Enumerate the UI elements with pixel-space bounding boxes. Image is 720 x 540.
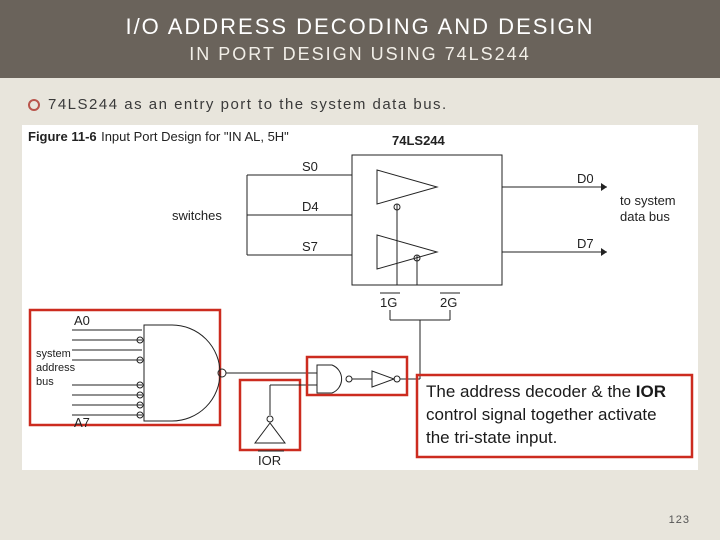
signal-d4: D4 <box>302 199 319 214</box>
svg-text:Figure 11-6 Input Port De: Figure 11-6 Input Port Design for "IN AL… <box>28 128 289 145</box>
addr-lab1: system <box>36 348 71 360</box>
signal-d7: D7 <box>577 236 594 251</box>
callout-1a: The address decoder & the <box>426 382 636 401</box>
addr-a7: A7 <box>74 415 90 430</box>
circuit-diagram: Figure 11-6 Input Port Design for "IN AL… <box>22 125 698 470</box>
ior-label: IOR <box>258 453 281 468</box>
signal-d0: D0 <box>577 171 594 186</box>
to-bus-2: data bus <box>620 209 670 224</box>
addr-a0: A0 <box>74 313 90 328</box>
callout-1b: IOR <box>636 382 666 401</box>
to-bus-1: to system <box>620 193 676 208</box>
svg-text:The address decoder & the IOR: The address decoder & the IOR <box>426 382 666 401</box>
slide-subtitle: IN PORT DESIGN USING 74LS244 <box>189 44 530 65</box>
callout-2: control signal together activate <box>426 405 657 424</box>
signal-s7: S7 <box>302 239 318 254</box>
pin-1g: 1G <box>380 295 397 310</box>
callout-3: the tri-state input. <box>426 428 557 447</box>
slide-header: I/O ADDRESS DECODING AND DESIGN IN PORT … <box>0 0 720 78</box>
pin-2g: 2G <box>440 295 457 310</box>
addr-lab2: address <box>36 362 76 374</box>
slide-title: I/O ADDRESS DECODING AND DESIGN <box>125 14 594 40</box>
figure-caption-prefix: Figure 11-6 <box>28 129 97 144</box>
post-inverter-icon <box>352 371 400 387</box>
switches-label: switches <box>172 208 222 223</box>
buffer-bot-icon <box>377 235 437 269</box>
chip-label: 74LS244 <box>392 133 446 148</box>
signal-s0: S0 <box>302 159 318 174</box>
combine-highlight <box>307 357 407 395</box>
bullet-item: 74LS244 as an entry port to the system d… <box>0 78 720 125</box>
bullet-text: 74LS244 as an entry port to the system d… <box>48 96 448 113</box>
ior-inverter-icon <box>255 416 285 443</box>
nand-gate-icon <box>144 325 220 421</box>
figure-caption: Input Port Design for "IN AL, 5H" <box>101 129 289 144</box>
bullet-icon <box>28 99 40 111</box>
addr-lab3: bus <box>36 376 54 388</box>
page-number: 123 <box>669 514 690 526</box>
chip-body <box>352 155 502 285</box>
buffer-top-icon <box>377 170 437 204</box>
